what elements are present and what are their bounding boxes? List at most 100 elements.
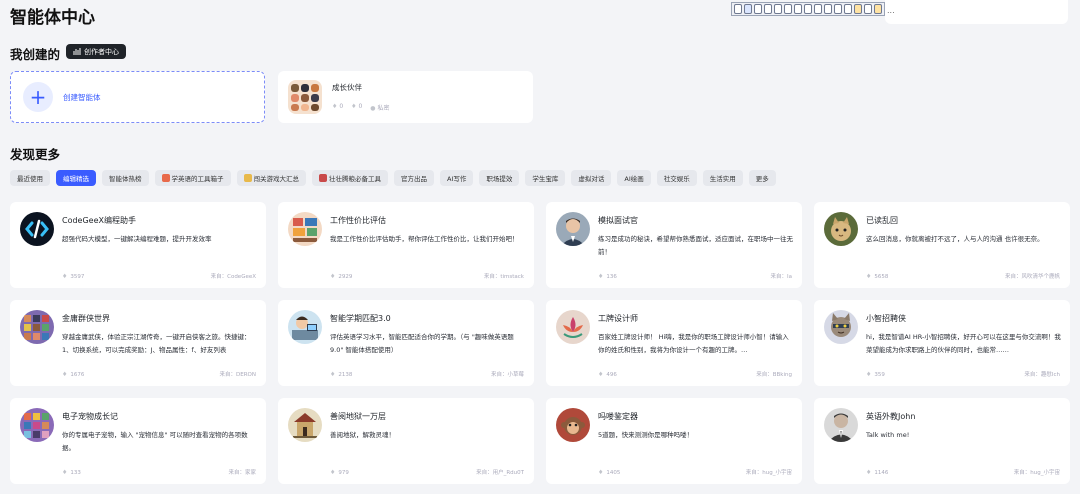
agent-card[interactable]: CodeGeeX编程助手 超强代码大模型，一键解决编程难题，提升开发效率 ♦ 3597…	[10, 202, 266, 288]
agent-card-desc: 善阅地狱，解救灵魂！	[330, 431, 395, 439]
agent-card-author: 来自：小草莓	[490, 372, 524, 378]
john-portrait-icon	[824, 408, 858, 442]
my-agent-favorites: ♦ 0	[351, 103, 363, 110]
agent-card[interactable]: 金庸群侠世界 穿越金庸武侠，体验正宗江湖传奇，一键开启侠客之旅。快捷键：1、切换系…	[10, 300, 266, 386]
tab-0[interactable]: 最近使用	[10, 170, 50, 186]
tab-7[interactable]: AI写作	[440, 170, 474, 186]
floating-toolbar[interactable]	[731, 2, 885, 16]
student-illustration-icon	[288, 310, 322, 344]
chart-icon	[73, 48, 81, 55]
agent-card-title: 小智招聘侠	[866, 314, 906, 323]
favorite-icon: ♦	[351, 103, 357, 110]
fire-icon: ♦	[62, 273, 68, 280]
agent-card[interactable]: 吗喽鉴定器 5道题，快来测测你是哪种吗喽！ ♦ 1405 来自：hug_小宇宙	[546, 398, 802, 484]
agent-card[interactable]: 工牌设计师 百家姓工牌设计师！ Hi嗨，我是你的职场工牌设计师小智！请输入你的姓氏…	[546, 300, 802, 386]
tab-label: 壮壮腾粮必备工具	[329, 175, 381, 183]
tab-label: 智能体热榜	[109, 175, 142, 183]
agent-card[interactable]: 模拟面试官 练习是成功的秘诀，希望帮你熟悉面试，适应面试，在职场中一往无前！ ♦ 13…	[546, 202, 802, 288]
toolbar-page-icon[interactable]	[844, 4, 852, 14]
section-title-discover: 发现更多	[10, 147, 61, 162]
my-agent-card[interactable]: 成长伙伴 ♦ 0 ♦ 0 ● 私密	[278, 71, 533, 123]
agent-card-uses: ♦ 359	[866, 371, 885, 378]
agent-card-desc: 练习是成功的秘诀，希望帮你熟悉面试，适应面试，在职场中一往无前！	[598, 235, 793, 256]
tab-8[interactable]: 职场提效	[479, 170, 520, 186]
top-right-panel: ...	[885, 0, 1068, 24]
agent-card[interactable]: 善阅地狱一万层 善阅地狱，解救灵魂！ ♦ 979 来自：用户_Rdu0T	[278, 398, 534, 484]
agent-card-author: 来自：hug_小宇宙	[745, 470, 792, 476]
cat-hero-icon	[824, 310, 858, 344]
agent-card[interactable]: 已读乱回 这么回消息，你就离被打不远了，人与人的沟通 也许很无奈。 ♦ 5658 来自：…	[814, 202, 1070, 288]
toolbar-back-icon[interactable]	[734, 4, 742, 14]
agent-card[interactable]: 工作性价比评估 我是工作性价比评估助手，帮你评估工作性价比，让我们开始吧！ ♦ 292…	[278, 202, 534, 288]
agent-card[interactable]: 英语外教John Talk with me! ♦ 1146 来自：hug_小宇宙	[814, 398, 1070, 484]
tab-emoji-icon	[243, 174, 252, 182]
toolbar-edit-icon[interactable]	[854, 4, 862, 14]
tab-label: 虚拟对话	[578, 175, 605, 183]
my-agent-status: ● 私密	[370, 105, 390, 112]
toolbar-clock-icon[interactable]	[794, 4, 802, 14]
toolbar-tag-icon[interactable]	[874, 4, 882, 14]
temple-illustration-icon	[288, 408, 322, 442]
agent-card[interactable]: 电子宠物成长记 你的专属电子宠物，输入 "宠物信息" 可以随时查看宠物的各项数据。…	[10, 398, 266, 484]
tab-1[interactable]: 编辑精选	[56, 170, 96, 186]
toolbar-window-icon[interactable]	[744, 4, 752, 14]
like-icon: ♦	[332, 103, 338, 110]
toolbar-tool-icon[interactable]	[784, 4, 792, 14]
tab-label: 编辑精选	[63, 175, 89, 183]
tab-14[interactable]: 更多	[748, 170, 776, 186]
agent-card-title: CodeGeeX编程助手	[62, 216, 137, 225]
office-illustration-icon	[288, 212, 322, 246]
agent-card-title: 已读乱回	[866, 216, 898, 225]
toolbar-card-icon[interactable]	[824, 4, 832, 14]
tab-label: 最近使用	[17, 175, 43, 183]
tab-10[interactable]: 虚拟对话	[571, 170, 612, 186]
tab-emoji-icon	[319, 174, 327, 182]
tab-label: 闯关游戏大汇总	[253, 175, 300, 183]
agent-card-author: 来自：风吹清华个鹿帆	[1004, 274, 1060, 280]
agent-card-title: 智能学期匹配3.0	[330, 314, 391, 323]
toolbar-box-icon[interactable]	[804, 4, 812, 14]
toolbar-dropdown-icon[interactable]	[864, 4, 872, 14]
tab-12[interactable]: 社交娱乐	[656, 170, 697, 186]
tab-4[interactable]: 闯关游戏大汇总	[236, 170, 306, 186]
agent-card-uses: ♦ 133	[62, 469, 81, 476]
tab-13[interactable]: 生活实用	[702, 170, 743, 186]
toolbar-frame-icon[interactable]	[774, 4, 782, 14]
fire-icon: ♦	[866, 371, 872, 378]
my-agent-avatar	[288, 80, 322, 114]
toolbar-list-icon[interactable]	[764, 4, 772, 14]
creator-center-button[interactable]: 创作者中心	[66, 44, 126, 59]
tab-label: 生活实用	[709, 175, 736, 183]
agent-card-author: 来自：用户_Rdu0T	[476, 470, 524, 476]
agent-card-uses: ♦ 1405	[598, 469, 621, 476]
tab-11[interactable]: AI绘画	[617, 170, 651, 186]
agent-grid: CodeGeeX编程助手 超强代码大模型，一键解决编程难题，提升开发效率 ♦ 3597…	[10, 202, 1070, 484]
tab-2[interactable]: 智能体热榜	[102, 170, 149, 186]
create-agent-card[interactable]: + 创建智能体	[10, 71, 265, 123]
my-agent-name: 成长伙伴	[332, 83, 362, 92]
agent-card-title: 吗喽鉴定器	[598, 412, 638, 421]
fire-icon: ♦	[62, 371, 68, 378]
agent-card-desc: 5道题，快来测测你是哪种吗喽！	[598, 431, 694, 439]
tab-5[interactable]: 壮壮腾粮必备工具	[312, 170, 388, 186]
tab-label: 学生宝库	[532, 175, 559, 183]
agent-card-title: 电子宠物成长记	[62, 412, 118, 421]
agent-card[interactable]: 小智招聘侠 hi，我是智谱AI HR-小智招聘侠，好开心可以在这里与你交流啊！我菜…	[814, 300, 1070, 386]
agent-card[interactable]: 智能学期匹配3.0 评估英语学习水平，智能匹配适合你的学期。（与 "趣味做英语题9…	[278, 300, 534, 386]
plus-icon: +	[23, 82, 53, 112]
fire-icon: ♦	[598, 371, 604, 378]
toolbar-person-icon[interactable]	[834, 4, 842, 14]
toolbar-panel-icon[interactable]	[754, 4, 762, 14]
fire-icon: ♦	[330, 371, 336, 378]
category-tabs: 最近使用 编辑精选 智能体热榜 学英语的工具箱子 闯关游戏大汇总 壮壮腾粮必备工具 官方出品…	[10, 170, 776, 186]
toolbar-doc-icon[interactable]	[814, 4, 822, 14]
tab-label: 学英语的工具箱子	[171, 175, 224, 183]
agent-card-title: 工作性价比评估	[330, 216, 386, 225]
agent-card-desc: 我是工作性价比评估助手，帮你评估工作性价比，让我们开始吧！	[330, 235, 519, 243]
agent-card-desc: Talk with me!	[866, 431, 910, 439]
tab-6[interactable]: 官方出品	[394, 170, 434, 186]
tab-3[interactable]: 学英语的工具箱子	[154, 170, 231, 186]
tab-9[interactable]: 学生宝库	[525, 170, 566, 186]
agent-card-uses: ♦ 136	[598, 273, 617, 280]
agent-card-author: 来自：CodeGeeX	[210, 274, 256, 280]
